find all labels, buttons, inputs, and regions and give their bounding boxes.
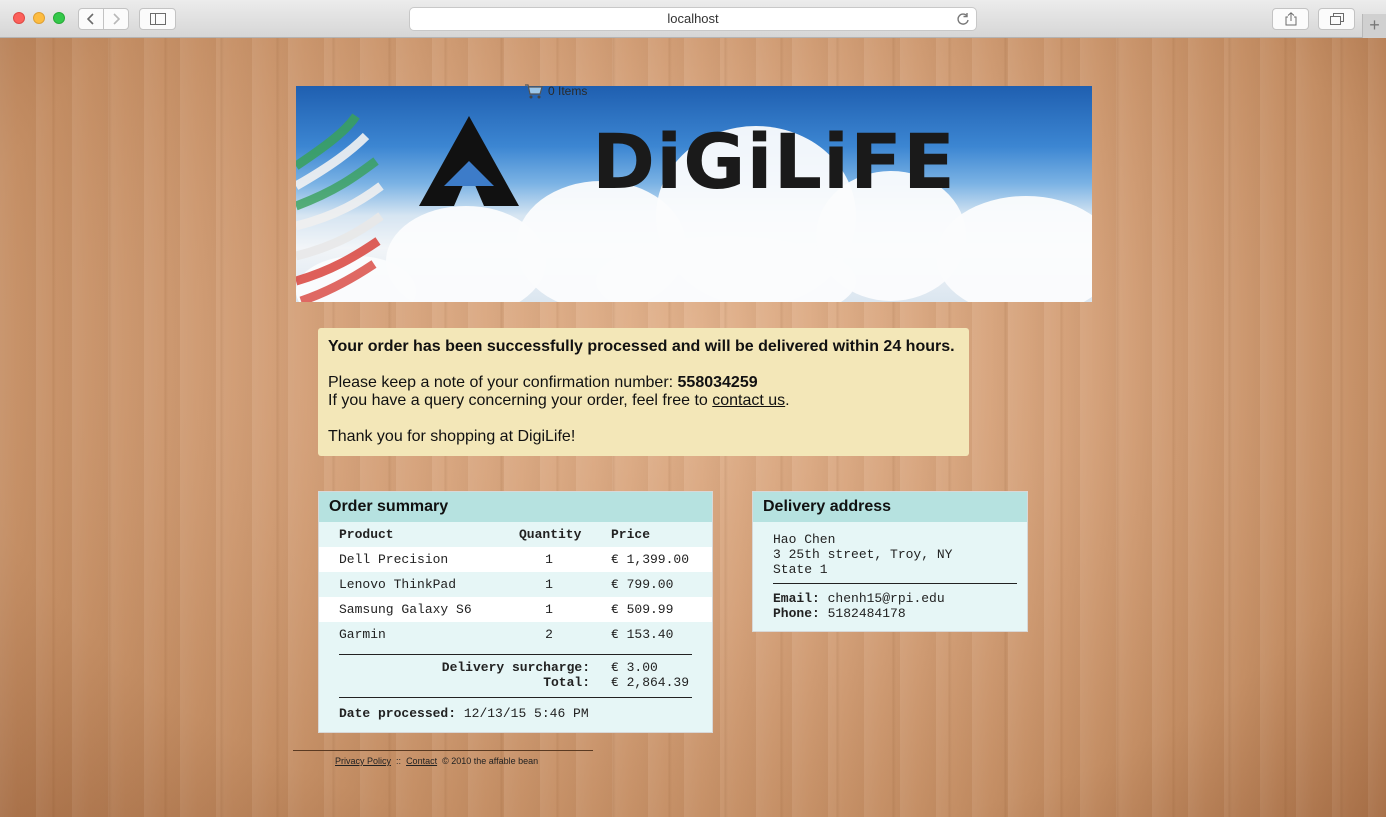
- cart-widget[interactable]: 0 Items: [524, 83, 587, 99]
- footer: Privacy Policy :: Contact © 2010 the aff…: [335, 756, 538, 766]
- column-header-price: Price: [611, 527, 651, 542]
- item-quantity: 1: [545, 602, 553, 617]
- delivery-address-panel: Delivery address Hao Chen 3 25th street,…: [752, 491, 1028, 632]
- delivery-address-title: Delivery address: [753, 492, 1027, 522]
- thanks-text: Thank you for shopping at DigiLife!: [328, 428, 576, 445]
- date-processed-row: Date processed: 12/13/15 5:46 PM: [339, 706, 589, 721]
- item-price: € 799.00: [611, 577, 674, 592]
- logo-text: DiGiLiFE: [592, 117, 956, 206]
- item-quantity: 1: [545, 552, 553, 567]
- order-summary-panel: Order summary Product Quantity Price Del…: [318, 491, 713, 733]
- site-banner[interactable]: DiGiLiFE: [296, 86, 1092, 302]
- surcharge-value: € 3.00: [611, 660, 658, 675]
- close-window-button[interactable]: [13, 12, 25, 24]
- share-icon: [1285, 12, 1296, 26]
- table-row: Lenovo ThinkPad 1 € 799.00: [319, 572, 712, 597]
- confirmation-number: 558034259: [677, 374, 758, 391]
- sidebar-toggle-button[interactable]: [139, 8, 176, 30]
- total-row: Total: € 2,864.39: [319, 675, 712, 691]
- phone-value: 5182484178: [827, 606, 906, 621]
- digilife-logo-icon: [419, 116, 519, 206]
- date-processed-label: Date processed:: [339, 706, 457, 721]
- table-row: Samsung Galaxy S6 1 € 509.99: [319, 597, 712, 622]
- cart-count: 0 Items: [548, 84, 588, 98]
- contact-link[interactable]: Contact: [406, 756, 437, 766]
- column-header-quantity: Quantity: [519, 527, 582, 542]
- state-line: State 1: [773, 562, 828, 577]
- chevron-right-icon: [113, 13, 120, 25]
- address-bar[interactable]: localhost: [409, 7, 977, 31]
- shopping-cart-icon: [525, 84, 543, 99]
- privacy-policy-link[interactable]: Privacy Policy: [335, 756, 391, 766]
- table-row: Dell Precision 1 € 1,399.00: [319, 547, 712, 572]
- item-price: € 509.99: [611, 602, 674, 617]
- surcharge-label: Delivery surcharge:: [441, 660, 590, 675]
- divider: [773, 583, 1017, 584]
- item-quantity: 2: [545, 627, 553, 642]
- phone-row: Phone: 5182484178: [773, 606, 906, 621]
- email-label: Email:: [773, 591, 820, 606]
- page-content: DiGiLiFE 0 Items Your order has been suc…: [0, 38, 1386, 817]
- share-button[interactable]: [1272, 8, 1309, 30]
- item-price: € 153.40: [611, 627, 674, 642]
- chevron-left-icon: [87, 13, 94, 25]
- recipient-name: Hao Chen: [773, 532, 836, 547]
- divider: [339, 697, 692, 698]
- table-row: Garmin 2 € 153.40: [319, 622, 712, 647]
- minimize-window-button[interactable]: [33, 12, 45, 24]
- jets-smoke-trails: [296, 113, 384, 302]
- new-tab-button[interactable]: +: [1362, 14, 1386, 38]
- total-value: € 2,864.39: [611, 675, 690, 690]
- show-tabs-button[interactable]: [1318, 8, 1355, 30]
- forward-button[interactable]: [103, 8, 129, 30]
- confirmation-note: Please keep a note of your confirmation …: [328, 374, 959, 392]
- footer-separator: ::: [396, 756, 402, 766]
- query-note-text: If you have a query concerning your orde…: [328, 392, 713, 409]
- item-product: Samsung Galaxy S6: [339, 602, 472, 617]
- copyright-text: © 2010 the affable bean: [442, 756, 539, 766]
- sidebar-icon: [149, 13, 166, 25]
- confirmation-note-text: Please keep a note of your confirmation …: [328, 374, 678, 391]
- browser-toolbar: localhost +: [0, 0, 1386, 38]
- item-product: Lenovo ThinkPad: [339, 577, 457, 592]
- surcharge-row: Delivery surcharge: € 3.00: [319, 660, 712, 676]
- item-quantity: 1: [545, 577, 553, 592]
- reload-icon[interactable]: [956, 12, 970, 26]
- date-processed-value: 12/13/15 5:46 PM: [463, 706, 589, 721]
- total-label: Total:: [543, 675, 590, 690]
- column-header-product: Product: [339, 527, 394, 542]
- order-summary-header-row: Product Quantity Price: [319, 522, 712, 547]
- phone-label: Phone:: [773, 606, 820, 621]
- street-address: 3 25th street, Troy, NY: [773, 547, 953, 562]
- order-summary-title: Order summary: [319, 492, 712, 522]
- query-note: If you have a query concerning your orde…: [328, 392, 959, 410]
- back-button[interactable]: [78, 8, 104, 30]
- email-row: Email: chenh15@rpi.edu: [773, 591, 945, 606]
- query-suffix: .: [785, 392, 790, 409]
- zoom-window-button[interactable]: [53, 12, 65, 24]
- divider: [339, 654, 692, 655]
- email-value: chenh15@rpi.edu: [827, 591, 945, 606]
- contact-us-link[interactable]: contact us: [712, 392, 785, 409]
- plus-icon: +: [1369, 15, 1380, 35]
- url-text: localhost: [667, 11, 719, 26]
- footer-divider: [293, 750, 593, 751]
- confirmation-message: Your order has been successfully process…: [318, 328, 969, 456]
- item-product: Garmin: [339, 627, 386, 642]
- confirmation-headline: Your order has been successfully process…: [328, 338, 955, 355]
- item-price: € 1,399.00: [611, 552, 690, 567]
- item-product: Dell Precision: [339, 552, 449, 567]
- tabs-icon: [1329, 13, 1344, 25]
